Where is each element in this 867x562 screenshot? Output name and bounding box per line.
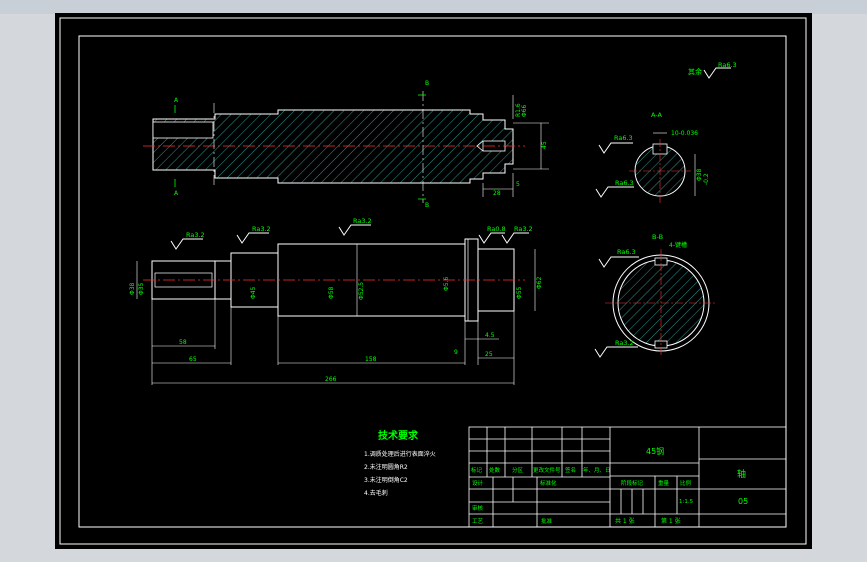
- tb-part-name: 轴: [737, 468, 746, 480]
- front-rough-2: Ra3.2: [252, 225, 271, 233]
- top-keyway-left: [152, 121, 214, 139]
- front-rough-sym-4: [478, 232, 505, 244]
- drawing-canvas[interactable]: 其余 Ra6.3 A A B B R1.6 45 5 28 Φ66 Ra3.2 …: [55, 13, 812, 549]
- tb-stage: 阶段标记: [621, 479, 644, 487]
- tb-weight: 重量: [658, 479, 670, 487]
- front-rough-3: Ra3.2: [353, 217, 372, 225]
- front-len-6: 25: [485, 351, 493, 358]
- top-label-a-top: A: [174, 97, 179, 104]
- section-b-rough-sym-2: [594, 346, 638, 358]
- section-b: B-B 4-键槽 Ra6.3 Ra3.2: [594, 233, 717, 358]
- technical-requirements: 技术要求 1.调质处理后进行表面淬火 2.未注明圆角R2 3.未注明倒角C2 4…: [364, 429, 436, 497]
- front-dim-left-d2: Φ35: [138, 282, 145, 295]
- top-dim-5: 5: [516, 181, 520, 188]
- general-roughness-note: 其余 Ra6.3: [688, 61, 737, 79]
- section-a-rough-1: Ra6.3: [614, 134, 633, 142]
- tb-h-4: 签名: [565, 466, 576, 474]
- engineering-drawing: 其余 Ra6.3 A A B B R1.6 45 5 28 Φ66 Ra3.2 …: [59, 17, 807, 545]
- front-len-total: 266: [325, 376, 337, 383]
- section-b-rough-2: Ra3.2: [615, 339, 634, 347]
- tech-item-3: 3.未注明倒角C2: [364, 476, 408, 484]
- general-roughness-value: Ra6.3: [718, 61, 737, 69]
- tb-standard: 标准化: [540, 479, 557, 487]
- front-rough-sym-5: [501, 232, 529, 244]
- front-len-1: 58: [179, 339, 187, 346]
- tb-scale-value: 1:1.5: [679, 499, 694, 505]
- tb-process: 工艺: [472, 518, 484, 525]
- top-label-b-top: B: [425, 80, 429, 87]
- front-view: Ra3.2 Ra3.2 Ra3.2 Ra0.8 Ra3.2 Φ38 Φ35 Φ4…: [129, 217, 543, 385]
- top-dim-45: 45: [541, 141, 548, 149]
- section-b-dim-1: 4-键槽: [669, 241, 687, 249]
- top-label-b-bottom: B: [425, 202, 429, 209]
- front-len-3: 158: [365, 356, 377, 363]
- section-a-title: A-A: [651, 111, 663, 119]
- tb-drawing-no: 05: [738, 497, 748, 506]
- tb-sheet-no: 第 1 张: [661, 517, 681, 525]
- top-sectional-view: A A B B R1.6 45 5 28 Φ66: [143, 80, 549, 209]
- top-dim-diam: Φ66: [521, 104, 528, 117]
- front-dim-mid-d1: Φ45: [250, 286, 257, 299]
- tech-title: 技术要求: [378, 429, 419, 442]
- tb-h-2: 分区: [512, 466, 524, 474]
- section-b-title: B-B: [652, 233, 663, 241]
- front-len-2: 65: [189, 356, 197, 363]
- tb-sheets-total: 共 1 张: [615, 517, 635, 525]
- tech-item-1: 1.调质处理后进行表面淬火: [364, 450, 436, 458]
- front-rough-1: Ra3.2: [186, 231, 205, 239]
- top-label-a-bottom: A: [174, 190, 179, 197]
- tb-h-5: 年、月、日: [583, 466, 611, 474]
- section-a-dim-2: Φ38: [696, 168, 703, 181]
- front-dim-left-d1: Φ38: [129, 282, 136, 295]
- tb-review: 审核: [472, 504, 484, 512]
- top-shaft-outline: [152, 109, 514, 184]
- tech-item-4: 4.去毛刺: [364, 489, 388, 497]
- front-rough-sym-1: [170, 238, 203, 250]
- front-dim-mid-d3: Φ58: [328, 286, 335, 299]
- tb-approve: 批准: [541, 517, 553, 525]
- front-dim-right-d3: Φ55: [516, 286, 523, 299]
- tech-item-2: 2.未注明圆角R2: [364, 463, 408, 471]
- front-dim-right-d1: Φ62: [536, 276, 543, 289]
- tb-h-0: 标记: [471, 466, 483, 474]
- top-dim-28: 28: [493, 190, 501, 197]
- front-dim-right-d2: Φ5.6: [443, 277, 450, 291]
- section-b-rough-1: Ra6.3: [617, 248, 636, 256]
- section-b-rough-sym-1: [598, 256, 639, 268]
- cad-viewport: 其余 Ra6.3 A A B B R1.6 45 5 28 Φ66 Ra3.2 …: [0, 0, 867, 562]
- section-a-rough-sym-1: [598, 142, 633, 154]
- section-a-rough-sym-2: [595, 186, 634, 198]
- front-dim-mid-d2: Φ52.5: [358, 282, 365, 300]
- general-roughness-label: 其余: [688, 67, 702, 76]
- section-a-dim-3: -0.2: [703, 173, 710, 185]
- front-rough-sym-3: [338, 224, 371, 236]
- front-rough-4: Ra0.8: [487, 225, 506, 233]
- roughness-symbol: [703, 67, 731, 79]
- section-a-rough-2: Ra6.3: [615, 179, 634, 187]
- section-a-dim-1: 10-0.036: [671, 130, 698, 137]
- front-len-4: 4.5: [485, 332, 495, 339]
- tb-h-3: 更改文件号: [533, 466, 561, 474]
- tb-design: 设计: [472, 479, 484, 487]
- tb-scale: 比例: [680, 479, 692, 487]
- viewport-top-strip: [0, 0, 867, 14]
- front-rough-sym-2: [236, 232, 269, 244]
- tb-material: 45钢: [646, 446, 664, 456]
- front-len-5: 9: [454, 349, 458, 356]
- title-block-text: 45钢 轴 05 标记 处数 分区 更改文件号 签名 年、月、日 设计 标准化 …: [471, 446, 748, 525]
- section-a: A-A Ra6.3 Ra6.3 10-0.036 Φ38 -0.2: [595, 111, 710, 203]
- front-rough-5: Ra3.2: [514, 225, 533, 233]
- tb-h-1: 处数: [489, 466, 501, 474]
